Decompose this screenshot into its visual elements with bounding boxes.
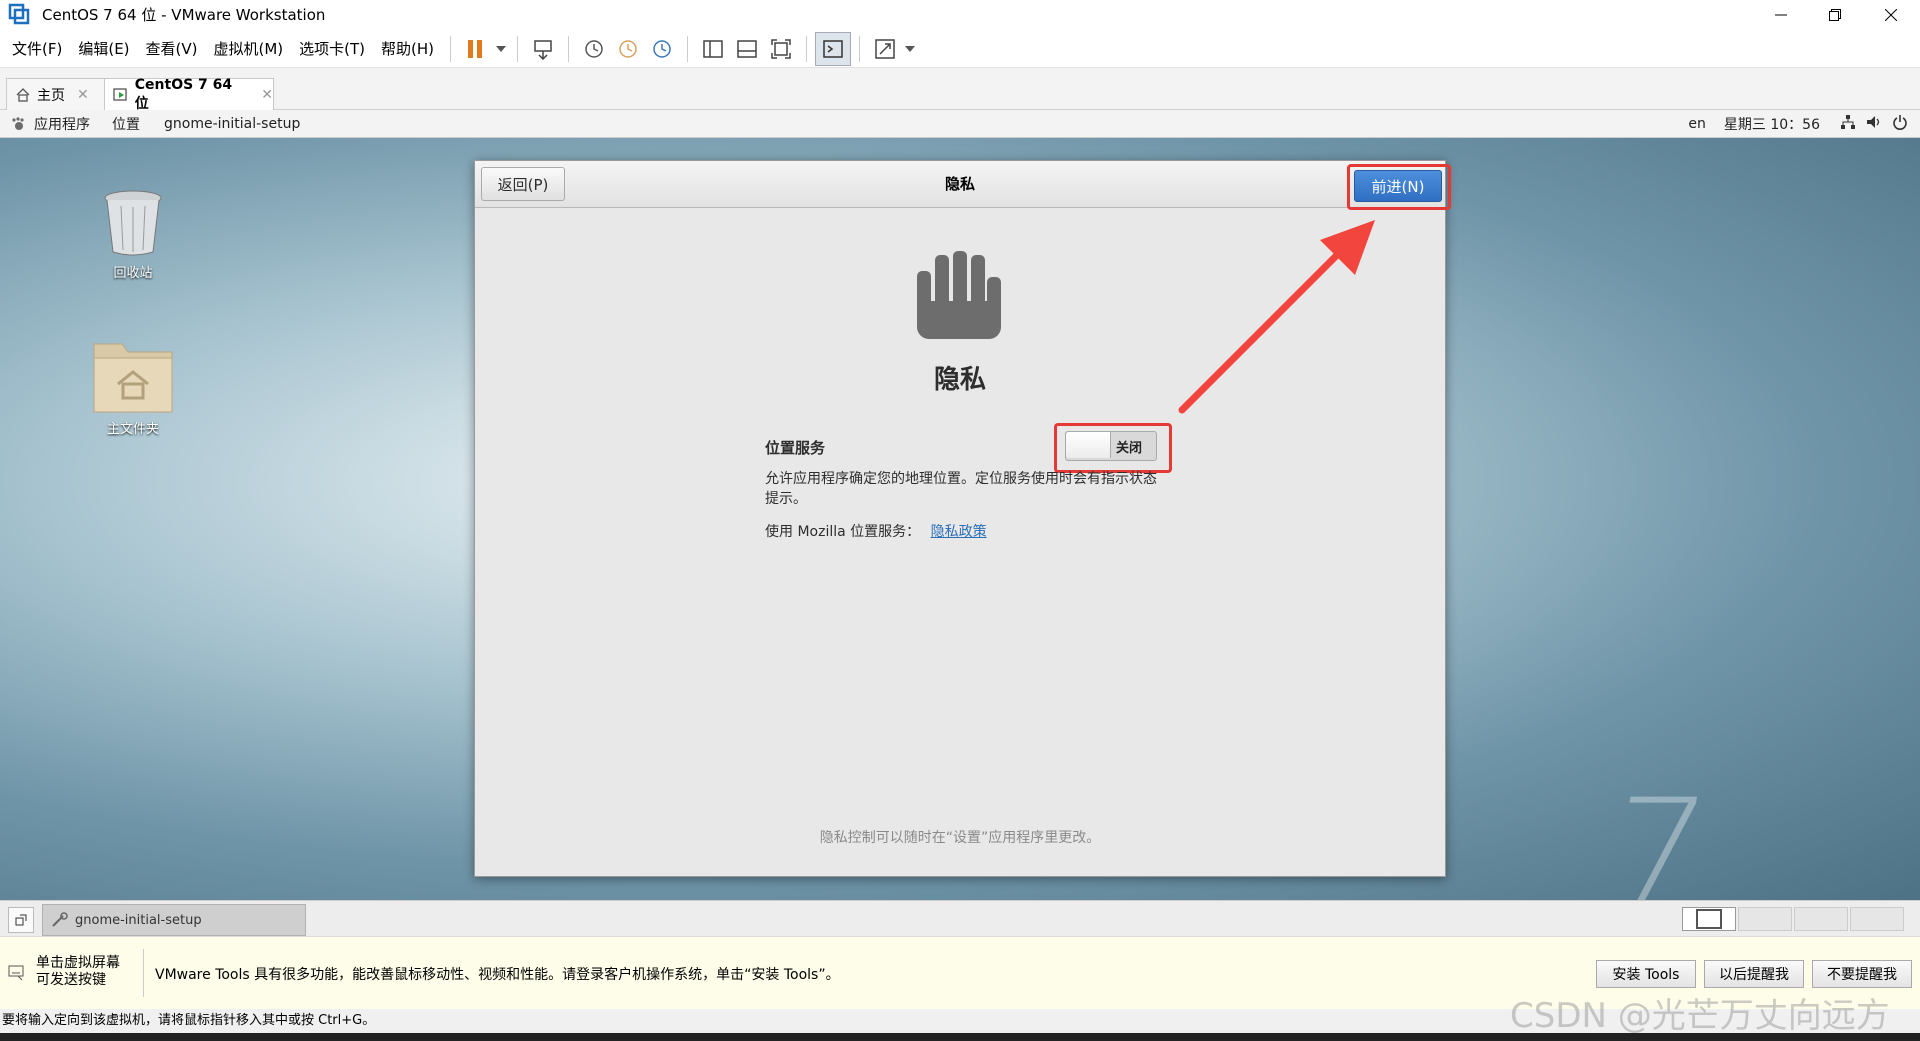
console-view-icon[interactable] — [815, 31, 852, 66]
tab-centos[interactable]: CentOS 7 64 位 ✕ — [104, 77, 274, 112]
menu-vm[interactable]: 虚拟机(M) — [206, 30, 292, 68]
privacy-hand-icon — [915, 249, 1005, 345]
workspace-3[interactable] — [1794, 907, 1848, 931]
current-app-menu[interactable]: gnome-initial-setup — [164, 116, 300, 132]
toolbar-divider — [568, 35, 570, 62]
power-icon[interactable] — [1892, 114, 1908, 134]
workspace-switcher[interactable] — [1682, 907, 1904, 931]
vmware-logo-icon — [8, 3, 30, 25]
trash-label: 回收站 — [113, 266, 153, 281]
places-menu[interactable]: 位置 — [112, 114, 140, 134]
status-text: 要将输入定向到该虚拟机，请将鼠标指针移入其中或按 Ctrl+G。 — [2, 1013, 376, 1028]
csdn-watermark: CSDN @光芒万丈向远方 — [1510, 996, 1890, 1036]
send-ctrl-alt-del-icon[interactable] — [526, 33, 560, 65]
vm-icon — [113, 88, 127, 101]
toggle-knob — [1066, 432, 1111, 458]
clock[interactable]: 星期三 10：56 — [1724, 114, 1820, 134]
location-services-label: 位置服务 — [765, 439, 826, 457]
stretch-dropdown-icon[interactable] — [902, 33, 918, 65]
workspace-1[interactable] — [1682, 907, 1736, 931]
snapshot-icon[interactable] — [577, 33, 611, 65]
menu-file[interactable]: 文件(F) — [4, 30, 70, 68]
volume-icon[interactable] — [1866, 114, 1882, 134]
close-window-button[interactable] — [1868, 0, 1914, 30]
close-tab-icon[interactable]: ✕ — [77, 87, 89, 103]
restore-button[interactable] — [1812, 0, 1858, 30]
guest-window-list: gnome-initial-setup — [0, 900, 1920, 936]
applications-menu[interactable]: 应用程序 — [34, 114, 90, 134]
privacy-policy-link[interactable]: 隐私政策 — [931, 524, 987, 540]
workspace-2[interactable] — [1738, 907, 1792, 931]
window-titlebar: CentOS 7 64 位 - VMware Workstation — [0, 0, 1920, 30]
mozilla-location-row: 使用 Mozilla 位置服务： 隐私政策 — [765, 521, 987, 541]
menu-toolbar: 文件(F) 编辑(E) 查看(V) 虚拟机(M) 选项卡(T) 帮助(H) — [0, 30, 1920, 68]
home-folder-desktop-icon[interactable]: 主文件夹 — [78, 334, 188, 437]
toolbar-divider — [806, 35, 808, 62]
menu-tabs[interactable]: 选项卡(T) — [291, 30, 373, 68]
tools-divider — [143, 949, 144, 997]
never-remind-button[interactable]: 不要提醒我 — [1812, 960, 1912, 988]
input-method-indicator[interactable]: en — [1688, 116, 1706, 132]
toolbar-divider — [859, 35, 861, 62]
minimize-button[interactable] — [1758, 0, 1804, 30]
location-services-toggle[interactable]: 关闭 — [1065, 431, 1157, 461]
taskbar-window-button[interactable]: gnome-initial-setup — [42, 904, 306, 936]
home-folder-label: 主文件夹 — [106, 422, 159, 437]
menu-view[interactable]: 查看(V) — [138, 30, 206, 68]
keyboard-click-icon — [8, 965, 24, 981]
annotation-arrow-icon — [1178, 220, 1375, 414]
toolbar-divider — [517, 35, 519, 62]
tab-centos-label: CentOS 7 64 位 — [134, 77, 233, 112]
tab-home[interactable]: 主页 ✕ — [6, 78, 106, 111]
location-description: 允许应用程序确定您的地理位置。定位服务使用时会有指示状态提示。 — [765, 471, 1157, 507]
toolbar-divider — [687, 35, 689, 62]
home-icon — [16, 88, 30, 102]
show-desktop-icon[interactable] — [8, 907, 34, 933]
toggle-state-label: 关闭 — [1116, 441, 1143, 456]
gnome-top-bar: 应用程序 位置 gnome-initial-setup en 星期三 10：56 — [0, 110, 1920, 138]
show-library-icon[interactable] — [696, 33, 730, 65]
menu-edit[interactable]: 编辑(E) — [70, 30, 137, 68]
mozilla-location-text: 使用 Mozilla 位置服务： — [765, 524, 921, 540]
menu-help[interactable]: 帮助(H) — [373, 30, 442, 68]
toolbar-divider — [450, 35, 452, 62]
centos-version-watermark: 7 — [1597, 768, 1718, 900]
dialog-header: 返回(P) 隐私 前进(N) — [475, 161, 1451, 210]
fullscreen-icon[interactable] — [764, 33, 798, 65]
network-icon[interactable] — [1840, 114, 1856, 134]
revert-snapshot-icon[interactable] — [611, 33, 645, 65]
privacy-footer-note: 隐私控制可以随时在“设置”应用程序里更改。 — [819, 830, 1101, 846]
workspace-4[interactable] — [1850, 907, 1904, 931]
next-button[interactable]: 前进(N) — [1354, 170, 1442, 202]
close-tab-icon[interactable]: ✕ — [261, 87, 273, 103]
tab-bar: 主页 ✕ CentOS 7 64 位 ✕ — [0, 68, 1920, 112]
pause-icon[interactable] — [459, 33, 493, 65]
hint-line2: 可发送按键 — [36, 972, 106, 988]
trash-icon — [104, 190, 162, 256]
bottom-strip — [0, 1033, 1920, 1041]
pause-dropdown-icon[interactable] — [493, 33, 509, 65]
window-title: CentOS 7 64 位 - VMware Workstation — [42, 6, 326, 24]
snapshot-manager-icon[interactable] — [645, 33, 679, 65]
thumbnail-bar-icon[interactable] — [730, 33, 764, 65]
taskbar-window-label: gnome-initial-setup — [75, 912, 202, 928]
gnome-foot-icon — [10, 116, 26, 132]
hint-line1: 单击虚拟屏幕 — [36, 955, 120, 971]
remind-later-button[interactable]: 以后提醒我 — [1704, 960, 1804, 988]
install-tools-button[interactable]: 安装 Tools — [1596, 960, 1696, 988]
trash-desktop-icon[interactable]: 回收站 — [78, 188, 188, 281]
stretch-guest-icon[interactable] — [868, 33, 902, 65]
setup-tool-icon — [52, 912, 68, 927]
folder-icon — [93, 343, 173, 413]
click-screen-hint: 单击虚拟屏幕 可发送按键 — [36, 955, 120, 989]
dialog-header-title: 隐私 — [944, 175, 975, 193]
tab-home-label: 主页 — [37, 88, 65, 104]
tools-message: VMware Tools 具有很多功能，能改善鼠标移动性、视频和性能。请登录客户… — [155, 967, 840, 983]
